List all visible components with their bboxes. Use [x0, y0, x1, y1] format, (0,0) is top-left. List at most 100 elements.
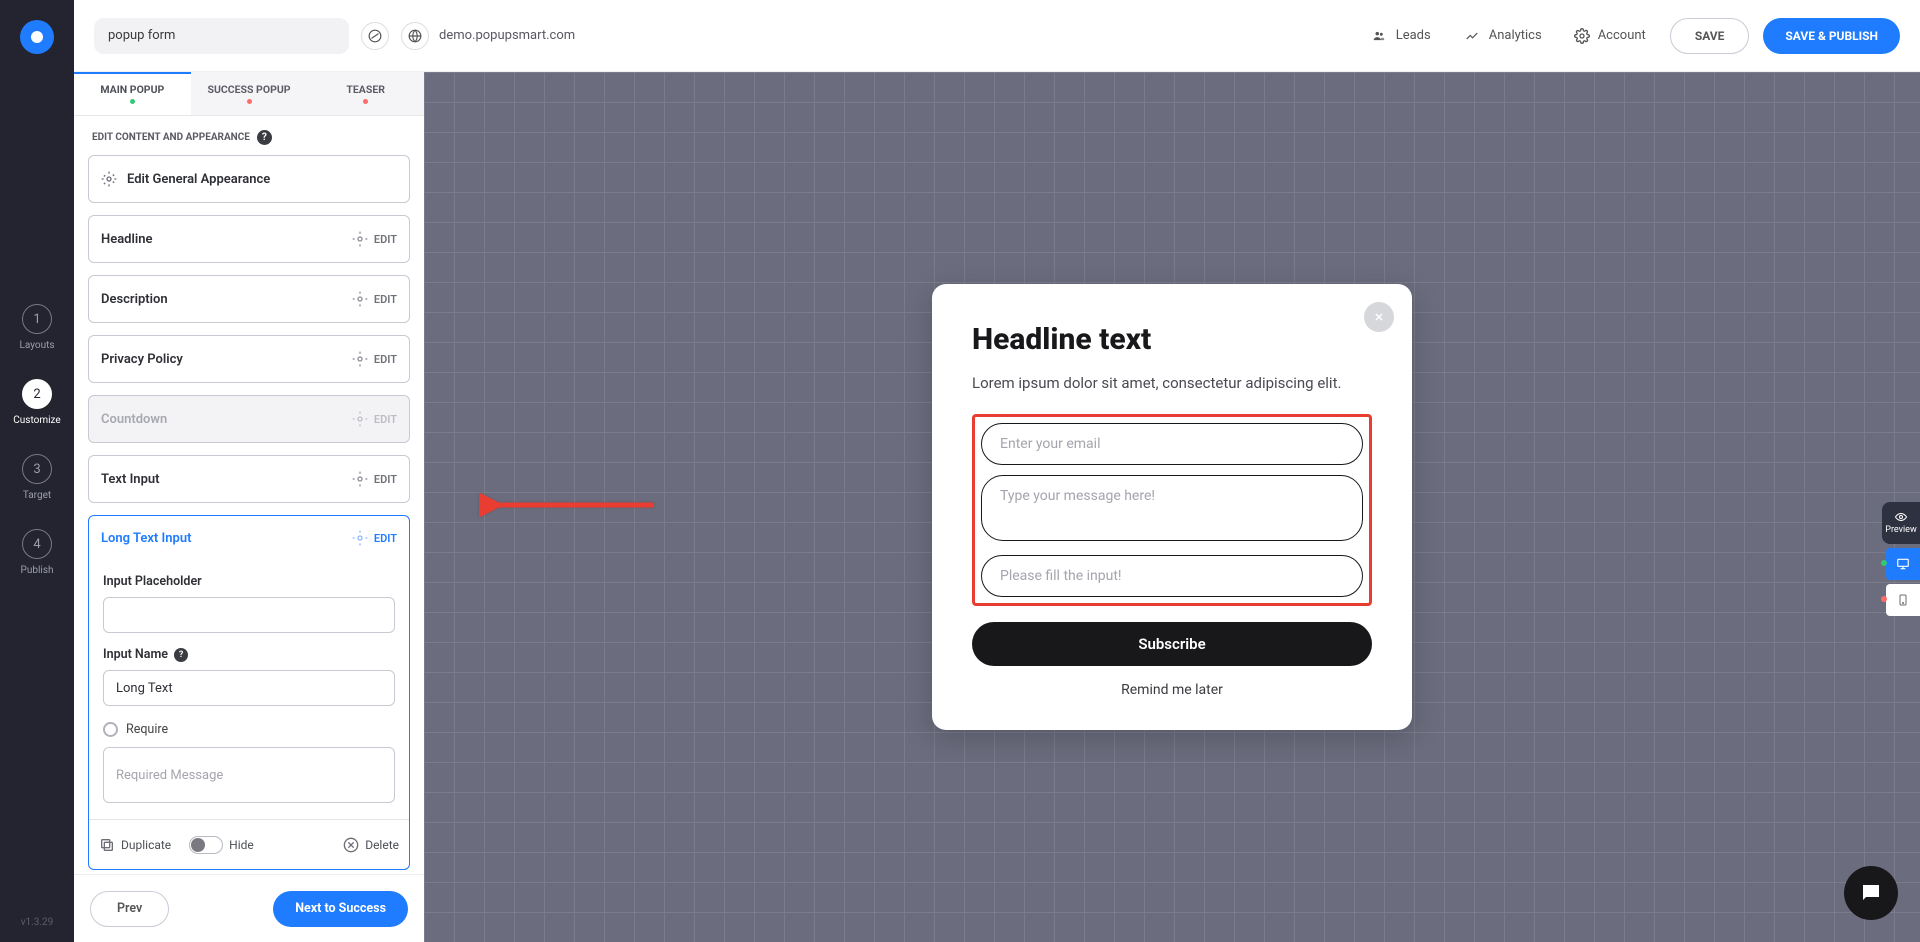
gear-icon: [101, 171, 117, 187]
gear-icon: [352, 231, 368, 247]
inspector-panel: MAIN POPUP SUCCESS POPUP TEASER EDIT CON…: [74, 72, 424, 942]
duplicate-button[interactable]: Duplicate: [99, 837, 171, 853]
delete-button[interactable]: Delete: [343, 837, 399, 853]
publish-button[interactable]: SAVE & PUBLISH: [1763, 18, 1900, 54]
block-description[interactable]: Description EDIT: [88, 275, 410, 323]
block-label: Text Input: [101, 472, 160, 487]
device-mobile-button[interactable]: [1886, 584, 1920, 616]
preview-button[interactable]: Preview: [1882, 502, 1920, 544]
edit-label: EDIT: [374, 473, 397, 486]
preview-rail: Preview: [1882, 502, 1920, 620]
close-icon[interactable]: [1364, 302, 1394, 332]
block-label: Countdown: [101, 412, 167, 427]
nav-analytics[interactable]: Analytics: [1463, 28, 1542, 43]
popup-fill-input[interactable]: [981, 555, 1363, 597]
input-placeholder-label: Input Placeholder: [103, 574, 395, 589]
block-privacy-policy[interactable]: Privacy Policy EDIT: [88, 335, 410, 383]
nav-label: Leads: [1396, 28, 1431, 43]
chat-icon[interactable]: [1844, 866, 1898, 920]
campaign-name-input[interactable]: [94, 18, 349, 54]
help-icon[interactable]: ?: [174, 648, 188, 662]
step-publish[interactable]: 4 Publish: [21, 529, 54, 576]
step-target[interactable]: 3 Target: [22, 454, 52, 501]
device-desktop-button[interactable]: [1886, 548, 1920, 580]
status-dot-icon: [1881, 596, 1887, 602]
block-headline[interactable]: Headline EDIT: [88, 215, 410, 263]
step-label: Customize: [13, 415, 60, 426]
block-card-footer: Duplicate Hide Delete: [89, 819, 409, 869]
gear-icon: [352, 411, 368, 427]
nav-rail: 1 Layouts 2 Customize 3 Target 4 Publish…: [0, 0, 74, 942]
step-number: 4: [22, 529, 52, 559]
section-header: EDIT CONTENT AND APPEARANCE ?: [74, 116, 424, 155]
required-message-field[interactable]: [103, 747, 395, 803]
help-icon[interactable]: ?: [257, 130, 272, 145]
input-name-field[interactable]: [103, 670, 395, 706]
popup-description[interactable]: Lorem ipsum dolor sit amet, consectetur …: [972, 373, 1372, 395]
input-placeholder-field[interactable]: [103, 597, 395, 633]
gear-icon: [352, 530, 368, 546]
require-radio[interactable]: Require: [103, 722, 395, 737]
save-button[interactable]: SAVE: [1670, 18, 1750, 54]
block-text-input[interactable]: Text Input EDIT: [88, 455, 410, 503]
status-dot-icon: [247, 99, 252, 104]
status-dot-icon: [1881, 560, 1887, 566]
foot-label: Hide: [229, 838, 254, 852]
next-button[interactable]: Next to Success: [273, 891, 408, 927]
step-number: 3: [22, 454, 52, 484]
gear-icon: [352, 471, 368, 487]
step-label: Layouts: [19, 340, 54, 351]
block-label: Headline: [101, 232, 153, 247]
foot-label: Delete: [365, 838, 399, 852]
tab-main-popup[interactable]: MAIN POPUP: [74, 72, 191, 115]
style-icon[interactable]: [361, 22, 389, 50]
block-label: Edit General Appearance: [127, 172, 270, 187]
radio-label: Require: [126, 722, 168, 737]
edit-label: EDIT: [374, 293, 397, 306]
block-countdown[interactable]: Countdown EDIT: [88, 395, 410, 443]
status-dot-icon: [363, 99, 368, 104]
gear-icon: [352, 351, 368, 367]
block-label: Description: [101, 292, 168, 307]
step-number: 1: [22, 304, 52, 334]
input-name-label: Input Name ?: [103, 647, 395, 662]
tab-label: MAIN POPUP: [100, 83, 164, 96]
popup-submit-button[interactable]: Subscribe: [972, 622, 1372, 666]
popup-preview: Headline text Lorem ipsum dolor sit amet…: [932, 284, 1412, 731]
preview-label: Preview: [1885, 525, 1916, 535]
toggle-icon: [189, 836, 223, 854]
topbar: demo.popupsmart.com Leads Analytics Acco…: [74, 0, 1920, 72]
prev-button[interactable]: Prev: [90, 891, 169, 927]
block-card-header[interactable]: Long Text Input EDIT: [89, 516, 409, 560]
popup-remind-link[interactable]: Remind me later: [972, 682, 1372, 698]
hide-toggle[interactable]: Hide: [189, 836, 254, 854]
tab-teaser[interactable]: TEASER: [307, 72, 424, 115]
radio-icon: [103, 722, 118, 737]
popup-headline[interactable]: Headline text: [972, 322, 1372, 357]
step-label: Target: [23, 490, 51, 501]
tab-success-popup[interactable]: SUCCESS POPUP: [191, 72, 308, 115]
domain-text: demo.popupsmart.com: [439, 28, 575, 43]
status-dot-icon: [130, 99, 135, 104]
nav-account[interactable]: Account: [1574, 28, 1646, 44]
step-layouts[interactable]: 1 Layouts: [19, 304, 54, 351]
preview-canvas: Headline text Lorem ipsum dolor sit amet…: [424, 72, 1920, 942]
footer-bar: Prev Next to Success: [74, 874, 424, 942]
globe-icon[interactable]: [401, 22, 429, 50]
popup-email-input[interactable]: [981, 423, 1363, 465]
blocks-list[interactable]: Edit General Appearance Headline EDIT De…: [74, 155, 424, 874]
gear-icon: [352, 291, 368, 307]
nav-leads[interactable]: Leads: [1370, 28, 1431, 43]
edit-label: EDIT: [374, 532, 397, 545]
popup-message-input[interactable]: [981, 475, 1363, 541]
app-logo[interactable]: [20, 20, 54, 54]
block-long-text-input: Long Text Input EDIT Input Placeholder I…: [88, 515, 410, 870]
step-number: 2: [22, 379, 52, 409]
block-label: Long Text Input: [101, 531, 191, 546]
step-customize[interactable]: 2 Customize: [13, 379, 60, 426]
nav-label: Analytics: [1489, 28, 1542, 43]
tab-label: SUCCESS POPUP: [207, 83, 290, 96]
version-label: v1.3.29: [0, 917, 74, 928]
block-general-appearance[interactable]: Edit General Appearance: [88, 155, 410, 203]
edit-label: EDIT: [374, 353, 397, 366]
